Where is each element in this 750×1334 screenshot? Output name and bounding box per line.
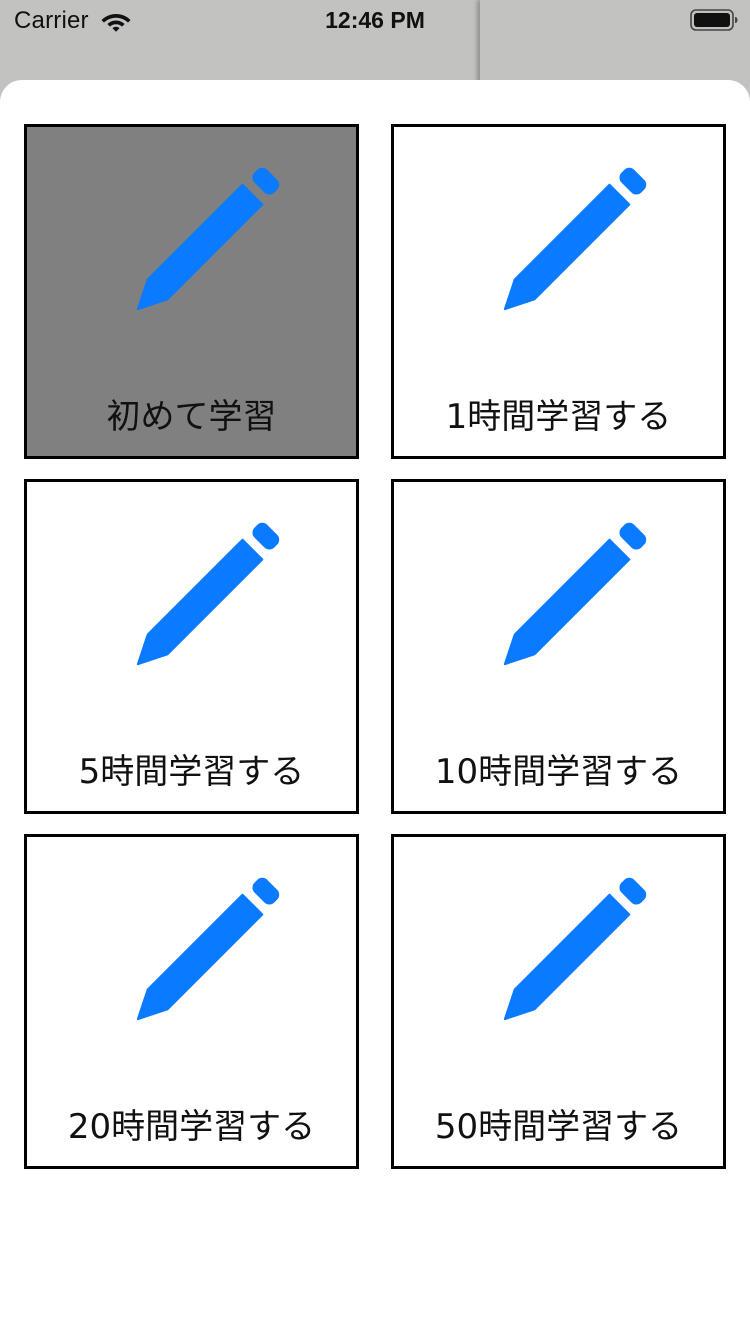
option-label: 初めて学習 [106, 397, 277, 437]
study-option-sheet: 初めて学習 1時間学習する 5時間学習する 10時間学習する 20時間学習する … [0, 80, 750, 1334]
option-label: 5時間学習する [78, 752, 305, 792]
pencil-icon [503, 167, 647, 311]
status-time: 12:46 PM [325, 7, 425, 33]
option-1-hour[interactable]: 1時間学習する [391, 124, 726, 459]
option-label: 20時間学習する [67, 1107, 316, 1147]
option-5-hours[interactable]: 5時間学習する [24, 479, 359, 814]
status-bar: Carrier 12:46 PM [0, 0, 750, 40]
pencil-icon [136, 167, 280, 311]
option-50-hours[interactable]: 50時間学習する [391, 834, 726, 1169]
option-10-hours[interactable]: 10時間学習する [391, 479, 726, 814]
pencil-icon [503, 877, 647, 1021]
pencil-icon [136, 877, 280, 1021]
option-20-hours[interactable]: 20時間学習する [24, 834, 359, 1169]
option-label: 1時間学習する [445, 397, 672, 437]
battery-icon [690, 9, 738, 31]
option-label: 10時間学習する [434, 752, 683, 792]
option-label: 50時間学習する [434, 1107, 683, 1147]
option-first-study[interactable]: 初めて学習 [24, 124, 359, 459]
pencil-icon [503, 522, 647, 666]
pencil-icon [136, 522, 280, 666]
